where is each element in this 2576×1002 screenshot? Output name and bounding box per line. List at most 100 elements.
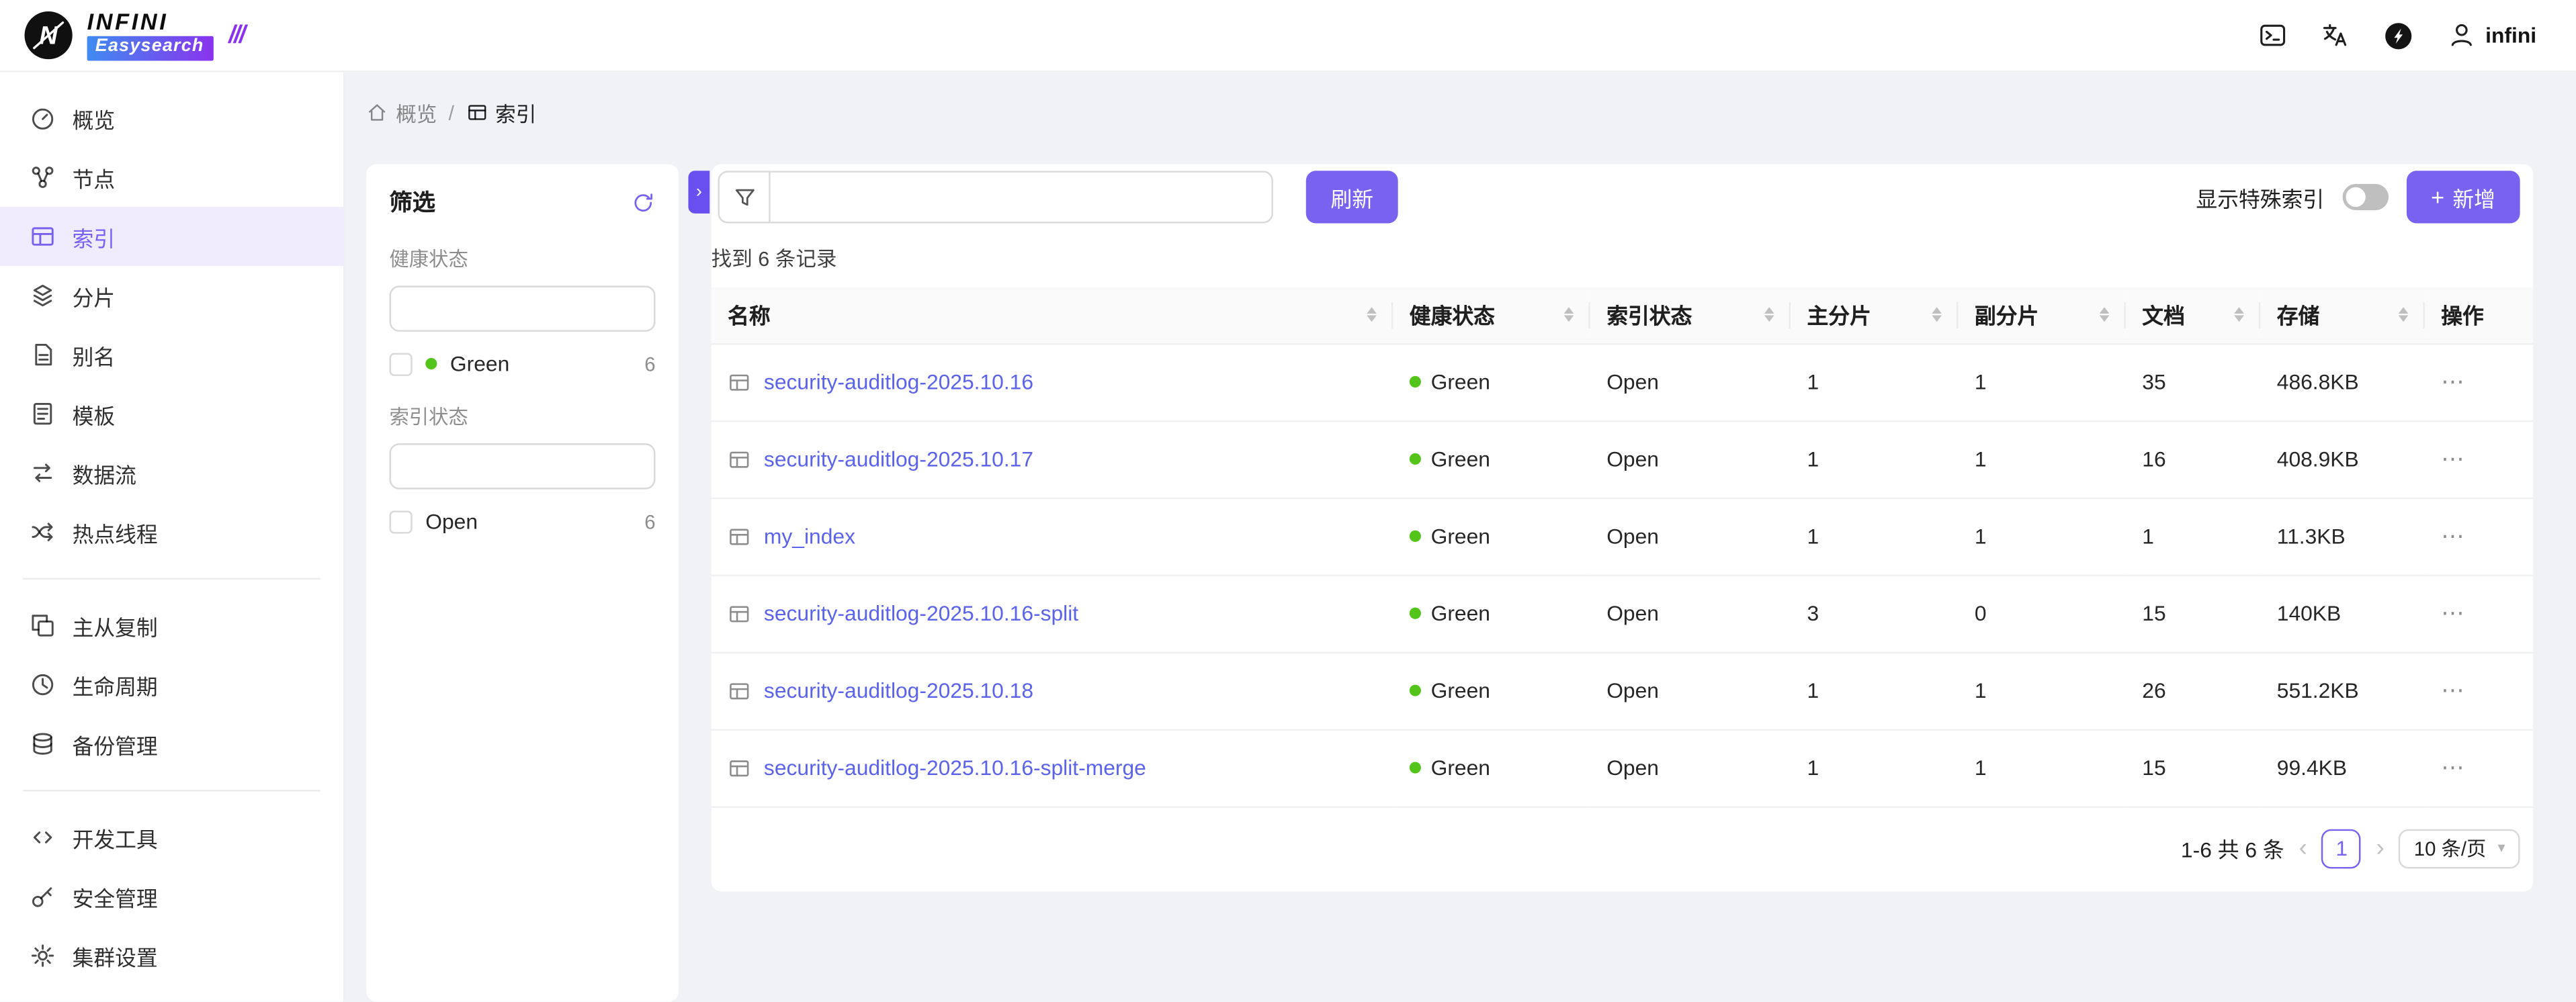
sort-icon [1367,308,1377,322]
sidebar-item-backup[interactable]: 备份管理 [0,715,343,774]
gear-icon [30,942,56,968]
reload-icon[interactable] [631,189,656,214]
page-number[interactable]: 1 [2322,829,2362,868]
user-icon [2448,21,2476,50]
backup-icon [30,731,56,757]
index-grid-icon [728,447,750,470]
show-special-toggle[interactable] [2342,184,2388,210]
code-icon [30,824,56,850]
col-header-primary-shards[interactable]: 主分片 [1791,287,1958,343]
row-actions-icon[interactable]: ⋯ [2441,599,2466,625]
sidebar-item-devtools[interactable]: 开发工具 [0,808,343,867]
sidebar-item-cluster-settings[interactable]: 集群设置 [0,926,343,985]
facet-state-input[interactable] [389,443,655,489]
filter-funnel-icon[interactable] [718,171,770,223]
terminal-icon[interactable] [2259,21,2287,50]
health-dot-green [1410,531,1421,542]
pagination-total: 1-6 共 6 条 [2181,833,2284,864]
next-page-icon[interactable]: › [2376,836,2385,861]
state-cell: Open [1590,498,1791,575]
sidebar-item-hot-threads[interactable]: 热点线程 [0,502,343,561]
index-name-link[interactable]: security-auditlog-2025.10.16-split [764,601,1078,626]
row-actions-icon[interactable]: ⋯ [2441,754,2466,780]
sidebar-item-nodes[interactable]: 节点 [0,148,343,207]
replica-shards-cell: 1 [1958,343,2125,420]
add-index-button[interactable]: + 新增 [2406,171,2520,223]
primary-shards-cell: 1 [1791,498,1958,575]
health-dot-green [1410,376,1421,388]
index-grid-icon [728,370,750,393]
facet-state-label: 索引状态 [389,402,655,430]
col-header-state[interactable]: 索引状态 [1590,287,1791,343]
index-grid-icon [728,602,750,625]
primary-shards-cell: 1 [1791,729,1958,807]
col-header-replica-shards[interactable]: 副分片 [1958,287,2125,343]
sidebar-item-security[interactable]: 安全管理 [0,867,343,926]
sort-icon [2234,308,2244,322]
plus-icon: + [2431,185,2444,208]
breadcrumb-home[interactable]: 概览 [366,97,437,128]
primary-shards-cell: 1 [1791,343,1958,420]
primary-shards-cell: 3 [1791,575,1958,652]
health-text: Green [1431,447,1490,471]
health-text: Green [1431,369,1490,394]
state-cell: Open [1590,343,1791,420]
search-input[interactable] [771,171,1273,223]
sidebar-item-lifecycle[interactable]: 生命周期 [0,655,343,715]
sidebar-divider [23,578,320,580]
page-size-select[interactable]: 10 条/页 ▾ [2399,829,2520,868]
facet-health-input[interactable] [389,285,655,331]
collapse-filter-toggle[interactable]: › [688,171,710,214]
index-name-link[interactable]: my_index [764,524,855,549]
sidebar-item-overview[interactable]: 概览 [0,89,343,148]
table-row: security-auditlog-2025.10.16-split Green… [712,575,2534,652]
index-name-link[interactable]: security-auditlog-2025.10.17 [764,447,1033,471]
col-header-docs[interactable]: 文档 [2126,287,2260,343]
index-name-link[interactable]: security-auditlog-2025.10.18 [764,678,1033,703]
index-name-link[interactable]: security-auditlog-2025.10.16 [764,369,1033,394]
col-header-health[interactable]: 健康状态 [1393,287,1590,343]
app-root: N INFINI Easysearch /// [0,0,2576,1001]
sidebar-item-templates[interactable]: 模板 [0,384,343,443]
open-checkbox[interactable] [389,510,412,533]
brand-logo[interactable]: N INFINI Easysearch /// [0,8,345,62]
sidebar-item-replication[interactable]: 主从复制 [0,596,343,655]
pagination: 1-6 共 6 条 ‹ 1 › 10 条/页 ▾ [712,807,2534,868]
storage-cell: 551.2KB [2260,652,2425,729]
storage-cell: 140KB [2260,575,2425,652]
health-text: Green [1431,524,1490,549]
replica-shards-cell: 0 [1958,575,2125,652]
row-actions-icon[interactable]: ⋯ [2441,522,2466,549]
filter-panel: 筛选 健康状态 Green 6 索引状态 [366,165,679,1002]
infini-logo-icon: N [22,8,76,62]
refresh-button[interactable]: 刷新 [1306,171,1398,223]
sidebar-item-aliases[interactable]: 别名 [0,325,343,384]
user-menu[interactable]: infini [2448,21,2536,50]
breadcrumb: 概览 / 索引 [366,99,2533,127]
theme-icon[interactable] [2384,21,2413,50]
shuffle-icon [30,519,56,545]
health-text: Green [1431,756,1490,780]
sidebar-item-shards[interactable]: 分片 [0,266,343,325]
primary-shards-cell: 1 [1791,652,1958,729]
row-actions-icon[interactable]: ⋯ [2441,676,2466,702]
header-actions: infini [2259,21,2576,50]
state-cell: Open [1590,420,1791,498]
sidebar-item-datastreams[interactable]: 数据流 [0,443,343,502]
translate-icon[interactable] [2321,21,2350,50]
index-name-link[interactable]: security-auditlog-2025.10.16-split-merge [764,756,1146,780]
col-header-storage[interactable]: 存储 [2260,287,2425,343]
sidebar-item-indices[interactable]: 索引 [0,207,343,266]
index-table: 名称 健康状态 索引状态 主分片 副分片 文档 存储 操作 [712,287,2534,807]
prev-page-icon[interactable]: ‹ [2299,836,2307,861]
replica-shards-cell: 1 [1958,498,2125,575]
docs-cell: 16 [2126,420,2260,498]
docs-cell: 15 [2126,729,2260,807]
row-actions-icon[interactable]: ⋯ [2441,368,2466,394]
brand-product: Easysearch [87,36,214,60]
row-actions-icon[interactable]: ⋯ [2441,445,2466,471]
green-checkbox[interactable] [389,352,412,375]
col-header-name[interactable]: 名称 [712,287,1393,343]
docs-cell: 26 [2126,652,2260,729]
toggle-knob [2346,187,2365,207]
